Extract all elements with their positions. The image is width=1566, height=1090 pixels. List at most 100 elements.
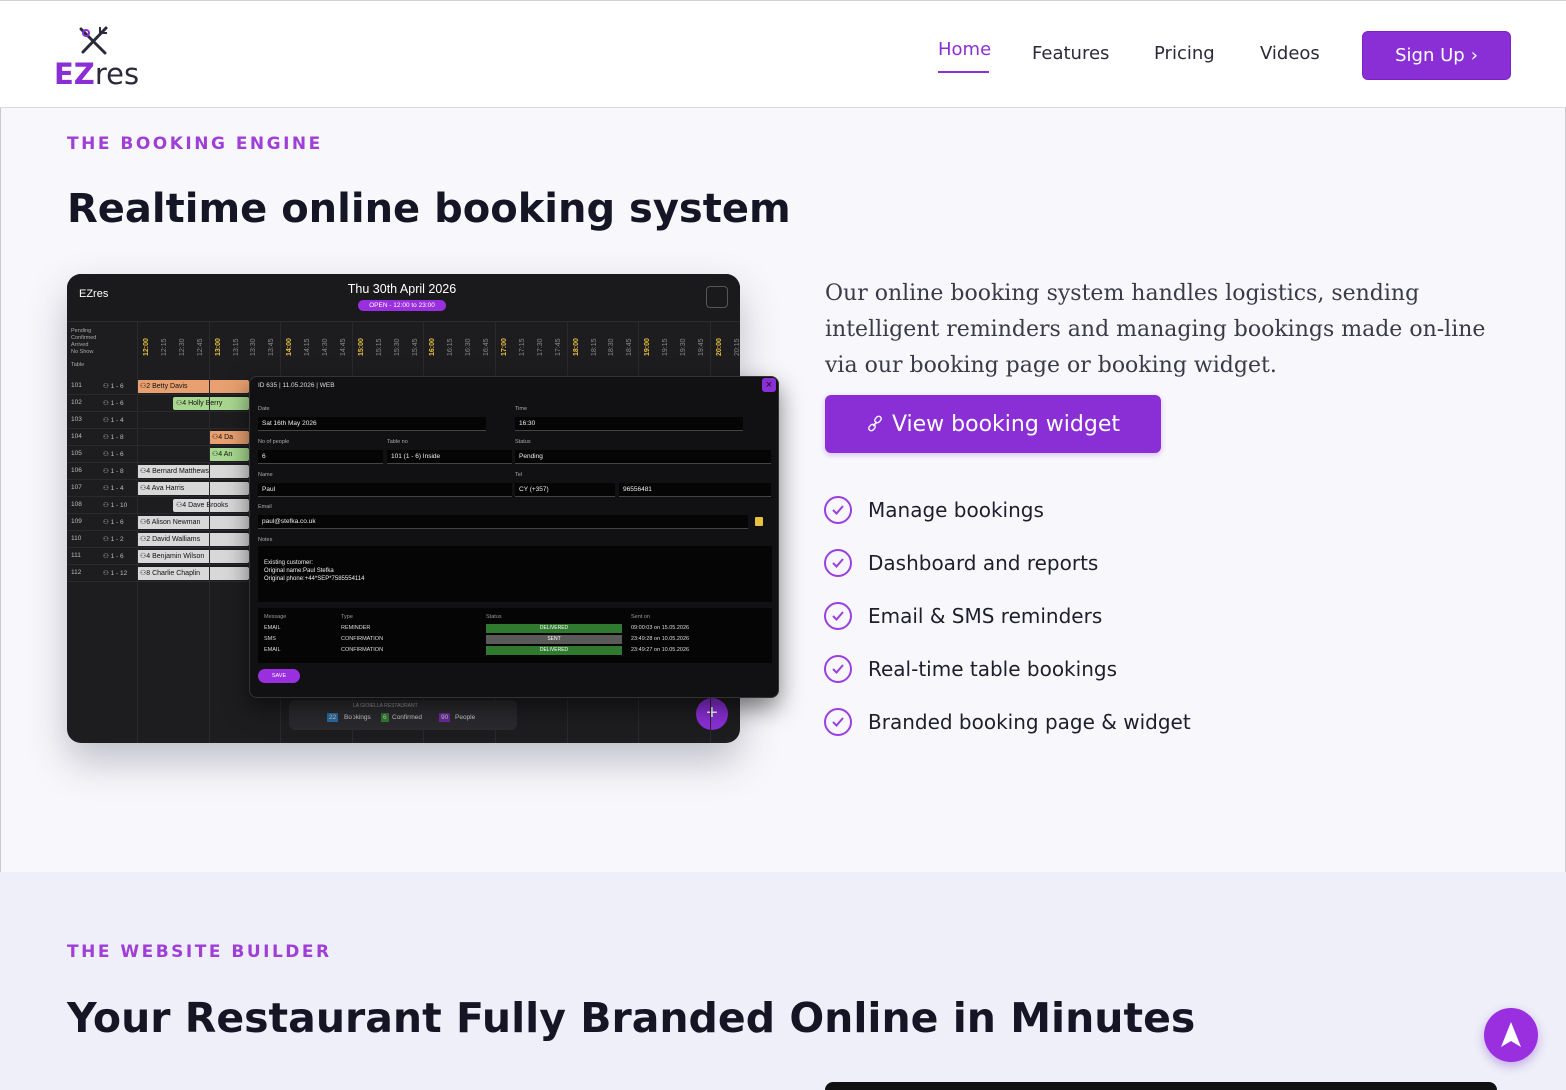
table-capacity: ⚇ 1 - 6 xyxy=(103,451,124,458)
add-booking-icon: + xyxy=(696,698,728,730)
feature-item: Real-time table bookings xyxy=(824,655,1117,683)
table-capacity: ⚇ 1 - 12 xyxy=(103,570,128,577)
time-tick: 17:15 xyxy=(518,338,526,356)
bookings-label: Bookings xyxy=(344,714,371,721)
utensils-icon xyxy=(79,26,108,55)
website-preview-edge xyxy=(825,1082,1497,1090)
feature-item: Email & SMS reminders xyxy=(824,602,1102,630)
tel-label: Tel xyxy=(515,472,523,478)
check-circle-icon xyxy=(824,549,852,577)
msg-header: Status xyxy=(486,614,502,620)
time-tick: 18:45 xyxy=(626,338,634,356)
legend-item: Arrived xyxy=(71,342,89,348)
nav-active-underline xyxy=(938,71,989,73)
booking-block: ⚇6 Alison Newman xyxy=(137,516,249,529)
booking-block: ⚇4 Bernard Matthews xyxy=(137,465,249,478)
msg-type: EMAIL xyxy=(264,625,281,631)
logo-wordmark: EZres xyxy=(54,57,139,91)
time-tick: 20:00 xyxy=(715,338,723,356)
time-tick: 13:30 xyxy=(250,338,258,356)
time-tick: 12:30 xyxy=(178,338,186,356)
table-number: 111 xyxy=(71,552,81,559)
msg-header: Message xyxy=(264,614,287,620)
msg-status: DELIVERED xyxy=(486,646,622,655)
table-number: 105 xyxy=(71,450,82,457)
msg-status: SENT xyxy=(486,635,622,644)
booking-eyebrow: THE BOOKING ENGINE xyxy=(67,134,323,154)
table-number: 103 xyxy=(71,416,82,423)
sign-up-button[interactable]: Sign Up › xyxy=(1362,31,1511,80)
feature-label: Dashboard and reports xyxy=(868,551,1099,575)
time-tick: 15:15 xyxy=(375,338,383,356)
nav-home[interactable]: Home xyxy=(938,39,991,60)
time-tick: 16:15 xyxy=(447,338,455,356)
check-circle-icon xyxy=(824,655,852,683)
legend-item: No Show xyxy=(71,349,94,355)
view-booking-widget-label: View booking widget xyxy=(891,411,1121,437)
booking-block: ⚇2 David Walliams xyxy=(137,533,249,546)
people-label: No of people xyxy=(258,439,290,445)
email-label: Email xyxy=(258,504,272,510)
booking-block: ⚇4 An xyxy=(209,448,249,461)
modal-header: ID 635 | 11.05.2026 | WEB xyxy=(258,382,335,389)
time-tick: 13:00 xyxy=(214,338,222,356)
time-tick: 16:00 xyxy=(429,338,437,356)
notes-label: Notes xyxy=(258,537,273,543)
mock-date: Thu 30th April 2026 xyxy=(347,282,457,296)
status-label: Status xyxy=(515,439,531,445)
time-tick: 13:15 xyxy=(232,338,240,356)
website-builder-section xyxy=(0,872,1566,1090)
table-capacity: ⚇ 1 - 6 xyxy=(103,383,124,390)
msg-kind: CONFIRMATION xyxy=(341,647,384,653)
notes-line: Existing customer: xyxy=(264,560,314,566)
table-capacity: ⚇ 1 - 4 xyxy=(103,417,124,424)
time-tick: 17:00 xyxy=(501,338,508,356)
table-capacity: ⚇ 1 - 8 xyxy=(103,468,124,475)
msg-sent: 23:49:27 on 10.05.2026 xyxy=(631,647,690,653)
notes-field: Existing customer: Original name:Paul St… xyxy=(258,546,772,602)
date-label: Date xyxy=(258,406,270,412)
time-tick: 19:45 xyxy=(697,338,705,356)
time-tick: 19:30 xyxy=(680,338,687,356)
confirmed-label: Confirmed xyxy=(392,714,422,721)
mock-logo: EZres xyxy=(79,288,109,300)
legend-item: Pending xyxy=(71,328,92,334)
time-field: 16:30 xyxy=(515,417,743,431)
time-tick: 18:00 xyxy=(572,338,580,356)
table-number: 101 xyxy=(71,382,82,389)
feature-label: Branded booking page & widget xyxy=(868,710,1191,734)
msg-sent: 09:00:03 on 15.05.2026 xyxy=(631,625,690,631)
table-capacity: ⚇ 1 - 4 xyxy=(103,485,124,492)
scroll-to-top-button[interactable] xyxy=(1484,1008,1538,1062)
time-tick: 20:15 xyxy=(733,338,740,356)
time-tick: 14:00 xyxy=(286,338,294,356)
booking-block: ⚇4 Dave Brooks xyxy=(173,499,249,512)
mock-legend: Pending Confirmed Arrived No Show Table xyxy=(71,328,96,369)
booking-block: ⚇8 Charlie Chaplin xyxy=(137,567,249,580)
feature-label: Real-time table bookings xyxy=(868,657,1117,681)
table-number: 104 xyxy=(71,433,82,440)
time-tick: 17:30 xyxy=(536,338,544,356)
sign-up-label: Sign Up xyxy=(1395,45,1465,66)
save-button-mock: SAVE xyxy=(258,669,300,683)
time-tick: 12:15 xyxy=(160,338,168,356)
table-capacity: ⚇ 1 - 2 xyxy=(103,536,124,543)
nav-features[interactable]: Features xyxy=(1032,43,1109,64)
link-icon xyxy=(868,415,882,432)
name-label: Name xyxy=(258,472,273,478)
nav-videos[interactable]: Videos xyxy=(1260,43,1320,64)
people-label: People xyxy=(455,714,476,721)
view-booking-widget-button[interactable]: View booking widget xyxy=(825,395,1161,453)
notes-line: Original phone:+44*SEP*7585554114 xyxy=(264,576,365,582)
ezres-logo[interactable]: EZres xyxy=(54,23,144,93)
time-tick: 12:00 xyxy=(143,338,150,356)
time-tick: 18:30 xyxy=(608,338,616,356)
booking-block: ⚇4 Benjamin Wilson xyxy=(137,550,249,563)
table-capacity: ⚇ 1 - 6 xyxy=(103,400,124,407)
notes-line: Original name:Paul Stefka xyxy=(264,568,334,574)
table-header: Table xyxy=(71,362,85,368)
booking-title: Realtime online booking system xyxy=(67,186,791,232)
nav-pricing[interactable]: Pricing xyxy=(1154,43,1215,64)
table-number: 107 xyxy=(71,484,82,491)
bookings-count: 22 xyxy=(327,713,339,722)
